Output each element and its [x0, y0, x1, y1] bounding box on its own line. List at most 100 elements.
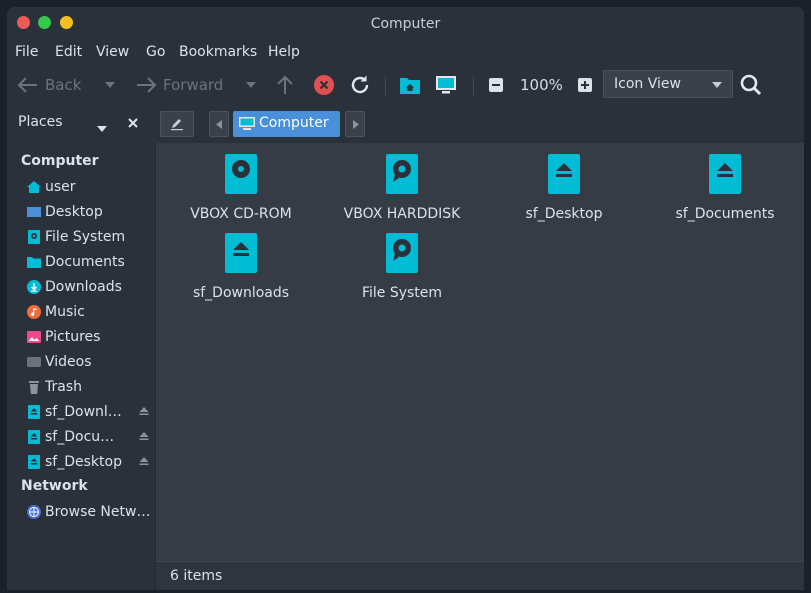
sidebar-item-label: sf_Desktop	[45, 454, 122, 470]
file-item-sf-desktop[interactable]: sf_Desktop	[494, 154, 634, 222]
view-mode-select[interactable]: Icon View	[603, 70, 733, 98]
back-label: Back	[45, 76, 82, 94]
sidebar-item-trash[interactable]: Trash	[27, 376, 149, 398]
close-icon	[128, 118, 138, 128]
chevron-right-icon	[353, 120, 359, 129]
menu-go[interactable]: Go	[146, 44, 165, 60]
menu-help[interactable]: Help	[268, 44, 300, 60]
sidebar-item-desktop[interactable]: Desktop	[27, 201, 149, 223]
file-label: VBOX CD-ROM	[190, 206, 292, 222]
sidebar-item-downloads[interactable]: Downloads	[27, 276, 149, 298]
file-label: sf_Downloads	[192, 285, 290, 301]
music-icon	[27, 305, 41, 319]
forward-history-dropdown[interactable]	[246, 67, 256, 103]
eject-icon[interactable]	[139, 456, 149, 466]
sidebar-item-sf-downloads[interactable]: sf_Downl…	[27, 401, 149, 423]
section-computer: Computer	[21, 153, 99, 169]
computer-button[interactable]	[435, 67, 457, 103]
file-item-vbox-cdrom[interactable]: VBOX CD-ROM	[171, 154, 311, 222]
title-bar: Computer	[7, 7, 804, 41]
forward-label: Forward	[163, 76, 224, 94]
zoom-level: 100%	[520, 76, 563, 94]
forward-button[interactable]: Forward	[135, 67, 223, 103]
sidebar-item-label: Documents	[45, 254, 125, 270]
zoom-in-icon	[578, 78, 592, 92]
optical-drive-icon	[225, 154, 257, 194]
menu-view[interactable]: View	[96, 44, 129, 60]
stop-button[interactable]	[314, 67, 334, 103]
sidebar-item-user[interactable]: user	[27, 176, 149, 198]
file-item-vbox-harddisk[interactable]: VBOX HARDDISK	[332, 154, 472, 222]
arrow-right-icon	[137, 77, 157, 93]
sidebar-item-label: Pictures	[45, 329, 101, 345]
close-sidebar-button[interactable]	[128, 116, 138, 132]
file-label: sf_Documents	[675, 206, 775, 222]
reload-button[interactable]	[349, 67, 371, 103]
monitor-icon	[436, 76, 456, 94]
trash-icon	[29, 381, 39, 394]
home-button[interactable]	[399, 67, 421, 103]
file-item-sf-documents[interactable]: sf_Documents	[655, 154, 795, 222]
file-label: sf_Desktop	[525, 206, 603, 222]
sidebar-item-pictures[interactable]: Pictures	[27, 326, 149, 348]
zoom-out-button[interactable]	[489, 67, 503, 103]
videos-icon	[27, 357, 41, 367]
stop-icon	[314, 75, 334, 95]
eject-icon[interactable]	[139, 406, 149, 416]
eject-icon[interactable]	[139, 431, 149, 441]
download-icon	[27, 280, 41, 294]
sidebar-item-sf-desktop[interactable]: sf_Desktop	[27, 451, 149, 473]
zoom-in-button[interactable]	[578, 67, 592, 103]
sidebar-item-label: sf_Docu…	[45, 429, 115, 445]
path-scroll-left-button[interactable]	[209, 111, 229, 137]
menu-file[interactable]: File	[15, 44, 38, 60]
hard-disk-icon	[386, 154, 418, 194]
removable-drive-icon	[548, 154, 580, 194]
zoom-out-icon	[489, 78, 503, 92]
file-item-file-system[interactable]: File System	[332, 233, 472, 301]
drive-icon	[28, 230, 40, 244]
toolbar-separator	[385, 77, 386, 95]
removable-drive-icon	[709, 154, 741, 194]
search-button[interactable]	[740, 67, 762, 103]
home-icon	[27, 181, 41, 193]
sidebar-item-label: sf_Downl…	[45, 404, 122, 420]
sidebar-item-documents[interactable]: Documents	[27, 251, 149, 273]
back-history-dropdown[interactable]	[105, 67, 115, 103]
sidebar-item-label: Trash	[45, 379, 82, 395]
removable-drive-icon	[28, 430, 40, 444]
removable-drive-icon	[225, 233, 257, 273]
sidebar-item-browse-network[interactable]: Browse Netw…	[27, 501, 149, 523]
menu-edit[interactable]: Edit	[55, 44, 82, 60]
sidebar-item-videos[interactable]: Videos	[27, 351, 149, 373]
chevron-down-icon	[105, 82, 115, 88]
menu-bookmarks[interactable]: Bookmarks	[179, 44, 257, 60]
home-folder-icon	[400, 78, 420, 94]
file-label: File System	[361, 285, 443, 301]
path-segment-label: Computer	[259, 115, 329, 131]
file-manager-window: Computer File Edit View Go Bookmarks Hel…	[7, 7, 804, 590]
places-dropdown-button[interactable]	[97, 121, 107, 137]
back-button[interactable]: Back	[17, 67, 81, 103]
sidebar-item-sf-documents[interactable]: sf_Docu…	[27, 426, 149, 448]
file-view: VBOX CD-ROM VBOX HARDDISK sf_Desktop sf_…	[155, 143, 804, 561]
sidebar-item-music[interactable]: Music	[27, 301, 149, 323]
arrow-left-icon	[17, 77, 37, 93]
toolbar-separator	[473, 77, 474, 95]
toolbar: Back Forward 100% Icon View	[7, 67, 804, 103]
sidebar-item-label: Videos	[45, 354, 92, 370]
chevron-left-icon	[216, 120, 222, 129]
status-bar: 6 items	[155, 561, 804, 590]
toggle-location-entry-button[interactable]	[160, 111, 194, 137]
file-item-sf-downloads[interactable]: sf_Downloads	[171, 233, 311, 301]
path-segment-computer[interactable]: Computer	[233, 111, 340, 137]
path-scroll-right-button[interactable]	[345, 111, 365, 137]
monitor-icon	[239, 117, 255, 130]
documents-folder-icon	[27, 257, 41, 268]
search-icon	[740, 74, 762, 96]
up-button[interactable]	[276, 67, 294, 103]
sidebar-item-file-system[interactable]: File System	[27, 226, 149, 248]
sidebar-item-label: Downloads	[45, 279, 122, 295]
section-network: Network	[21, 478, 88, 494]
removable-drive-icon	[28, 455, 40, 469]
